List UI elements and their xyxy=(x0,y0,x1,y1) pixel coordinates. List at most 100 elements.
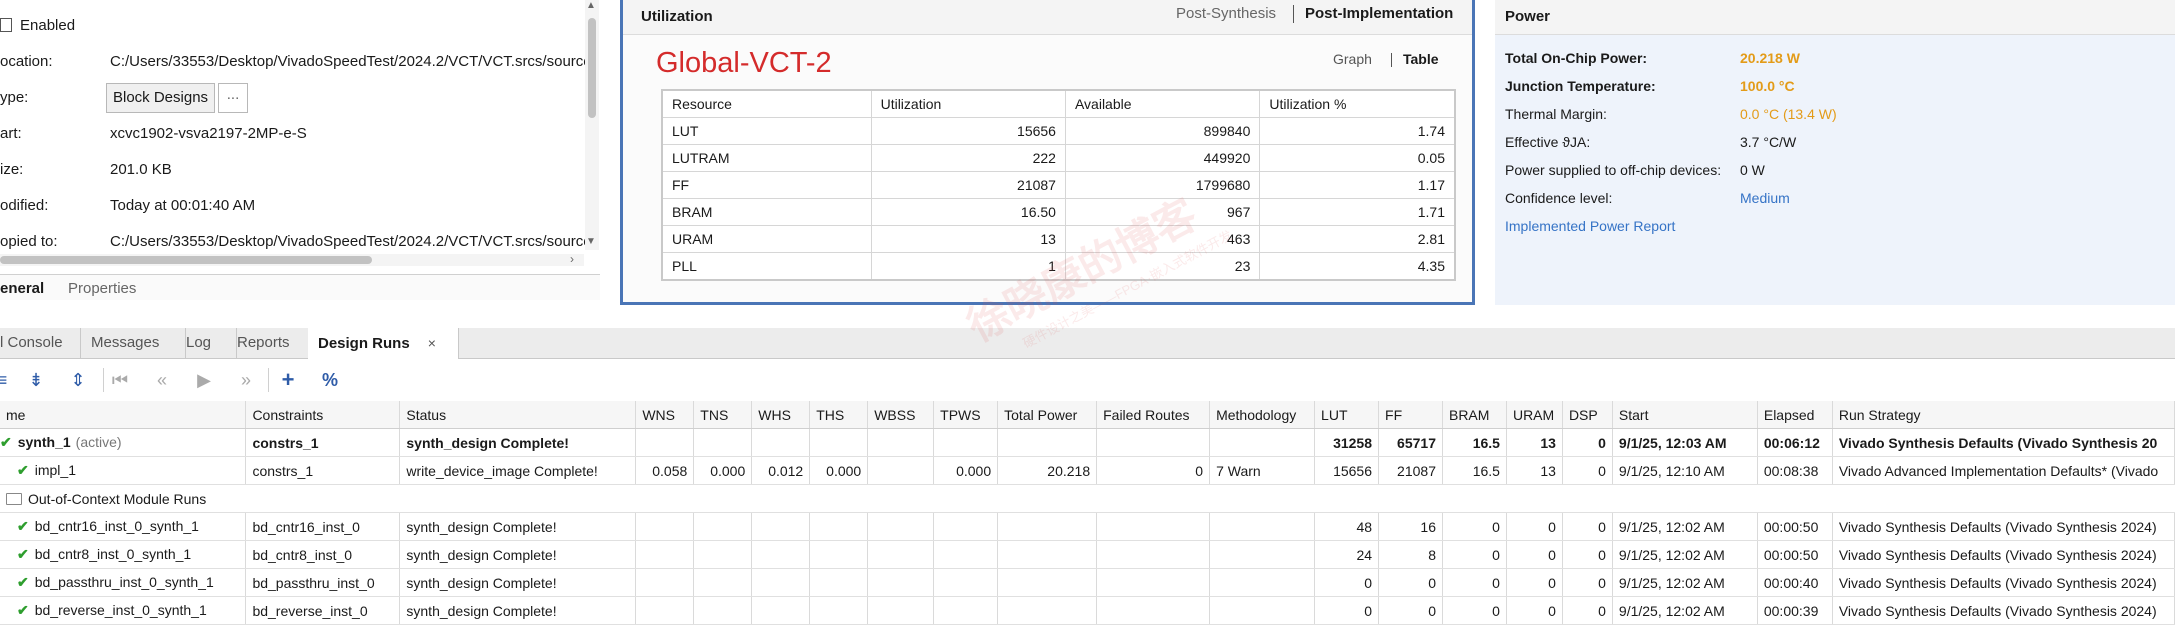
enabled-row[interactable]: Enabled xyxy=(0,16,75,36)
tab-reports[interactable]: Reports xyxy=(227,328,318,358)
utilization-header: Utilization Post-Synthesis Post-Implemen… xyxy=(623,0,1472,35)
utilization-body: Global-VCT-2 Graph Table Resource Utiliz… xyxy=(623,35,1472,302)
column-header[interactable]: Status xyxy=(399,401,637,429)
column-header[interactable]: Start xyxy=(1612,401,1758,429)
column-header[interactable]: Elapsed xyxy=(1757,401,1833,429)
column-header[interactable]: Total Power xyxy=(997,401,1098,429)
utilization-row[interactable]: PLL 1 23 4.35 xyxy=(661,252,1456,281)
close-tab-icon[interactable]: × xyxy=(428,335,436,351)
run-cell xyxy=(1096,512,1211,541)
run-row[interactable]: ✔ bd_passthru_inst_0_synth_1 bd_passthru_i… xyxy=(0,568,2175,597)
utilization-cell: 16.50 xyxy=(870,198,1066,226)
view-graph-toggle[interactable]: Graph xyxy=(1333,51,1372,67)
utilization-percent-cell: 1.74 xyxy=(1259,117,1456,145)
column-header[interactable]: Methodology xyxy=(1209,401,1316,429)
column-header[interactable]: me xyxy=(0,401,247,429)
column-header-utilization[interactable]: Utilization xyxy=(870,89,1066,118)
scroll-right-icon[interactable]: › xyxy=(570,252,574,266)
properties-horizontal-scroll-thumb[interactable] xyxy=(0,256,372,264)
run-row[interactable]: ✔ impl_1 constrs_1 write_device_image Compl… xyxy=(0,456,2175,485)
column-header[interactable]: THS xyxy=(809,401,869,429)
type-more-button[interactable]: ... xyxy=(218,83,248,113)
section-row-ooc[interactable]: Out-of-Context Module Runs xyxy=(0,484,2175,513)
column-header[interactable]: WBSS xyxy=(867,401,935,429)
run-row[interactable]: ✔ bd_cntr16_inst_0_synth_1 bd_cntr16_inst_… xyxy=(0,512,2175,541)
run-icon[interactable]: ▶ xyxy=(190,366,218,394)
utilization-row[interactable]: LUTRAM 222 449920 0.05 xyxy=(661,144,1456,172)
run-cell xyxy=(997,512,1098,541)
run-cell: 0 xyxy=(1314,568,1380,597)
run-cell: 00:00:50 xyxy=(1757,512,1833,541)
tab-general[interactable]: eneral xyxy=(0,279,44,299)
scroll-up-icon[interactable]: ▲ xyxy=(586,0,596,11)
view-table-toggle[interactable]: Table xyxy=(1403,51,1439,67)
percent-icon[interactable]: % xyxy=(316,366,344,394)
column-header[interactable]: Constraints xyxy=(245,401,401,429)
utilization-row[interactable]: LUT 15656 899840 1.74 xyxy=(661,117,1456,145)
total-power-label: Total On-Chip Power: xyxy=(1505,50,1648,66)
location-label: ocation: xyxy=(0,53,53,70)
column-header[interactable]: WHS xyxy=(751,401,811,429)
thermal-margin-label: Thermal Margin: xyxy=(1505,106,1607,122)
run-cell: 0 xyxy=(1442,568,1507,597)
run-cell xyxy=(809,540,869,569)
properties-vertical-scroll-thumb[interactable] xyxy=(588,18,596,118)
run-cell: constrs_1 xyxy=(245,456,401,485)
column-header[interactable]: FF xyxy=(1378,401,1443,429)
run-cell: 0 xyxy=(1442,540,1507,569)
first-icon[interactable]: ⏮ xyxy=(106,366,134,394)
utilization-row[interactable]: URAM 13 463 2.81 xyxy=(661,225,1456,253)
modified-value: Today at 00:01:40 AM xyxy=(110,197,256,214)
property-row-size: ize: 201.0 KB xyxy=(0,160,585,180)
run-cell: 9/1/25, 12:02 AM xyxy=(1612,568,1758,597)
utilization-row[interactable]: FF 21087 1799680 1.17 xyxy=(661,171,1456,199)
column-header-utilization-percent[interactable]: Utilization % xyxy=(1259,89,1456,118)
run-cell: 0 xyxy=(1442,596,1507,625)
column-header-resource[interactable]: Resource xyxy=(661,89,872,118)
collapse-all-icon[interactable]: ≡ xyxy=(0,366,16,394)
tab-post-implementation[interactable]: Post-Implementation xyxy=(1305,5,1453,22)
complete-check-icon: ✔ xyxy=(0,434,12,450)
expand-all-icon[interactable]: ⇟ xyxy=(22,366,50,394)
column-header[interactable]: URAM xyxy=(1506,401,1563,429)
utilization-cell: 1 xyxy=(870,252,1066,281)
run-cell xyxy=(635,540,695,569)
scroll-down-icon[interactable]: ▼ xyxy=(586,236,596,247)
column-header[interactable]: WNS xyxy=(635,401,695,429)
column-header[interactable]: Failed Routes xyxy=(1096,401,1211,429)
run-row[interactable]: ✔ bd_cntr8_inst_0_synth_1 bd_cntr8_inst_0 s… xyxy=(0,540,2175,569)
design-runs-table-container: me Constraints Status WNS TNS WHS THS WBSS TPWS T… xyxy=(0,401,2175,625)
run-name-cell: ✔ bd_reverse_inst_0_synth_1 xyxy=(0,596,247,625)
column-header[interactable]: TPWS xyxy=(933,401,999,429)
tab-properties[interactable]: Properties xyxy=(68,279,136,299)
power-header: Power xyxy=(1495,0,2175,35)
column-header[interactable]: DSP xyxy=(1562,401,1613,429)
tab-tcl-console[interactable]: l Console xyxy=(0,328,81,358)
tab-post-synthesis[interactable]: Post-Synthesis xyxy=(1176,5,1276,22)
run-cell xyxy=(997,568,1098,597)
run-cell xyxy=(809,568,869,597)
add-icon[interactable]: + xyxy=(274,366,302,394)
run-cell: 8 xyxy=(1378,540,1443,569)
enabled-checkbox[interactable] xyxy=(0,18,12,33)
expand-selection-icon[interactable]: ⇕ xyxy=(64,366,92,394)
run-row[interactable]: ✔ bd_reverse_inst_0_synth_1 bd_reverse_ins… xyxy=(0,596,2175,625)
next-icon[interactable]: » xyxy=(232,366,260,394)
resource-cell: BRAM xyxy=(661,198,872,226)
property-row-copied: opied to: C:/Users/33553/Desktop/VivadoS… xyxy=(0,232,585,252)
column-header[interactable]: TNS xyxy=(693,401,753,429)
column-header[interactable]: Run Strategy xyxy=(1832,401,2175,429)
tab-messages[interactable]: Messages xyxy=(81,328,186,358)
column-header[interactable]: BRAM xyxy=(1442,401,1507,429)
column-header-available[interactable]: Available xyxy=(1064,89,1261,118)
confidence-value[interactable]: Medium xyxy=(1740,188,1790,208)
type-value-button[interactable]: Block Designs xyxy=(106,83,216,113)
run-row[interactable]: ✔ synth_1 (active) constrs_1 synth_design Co… xyxy=(0,428,2175,457)
run-cell xyxy=(867,540,935,569)
utilization-row[interactable]: BRAM 16.50 967 1.71 xyxy=(661,198,1456,226)
power-report-link[interactable]: Implemented Power Report xyxy=(1505,216,1675,236)
previous-icon[interactable]: « xyxy=(148,366,176,394)
tab-design-runs[interactable]: Design Runs × xyxy=(308,328,459,359)
column-header[interactable]: LUT xyxy=(1314,401,1380,429)
run-cell: 7 Warn xyxy=(1209,456,1316,485)
